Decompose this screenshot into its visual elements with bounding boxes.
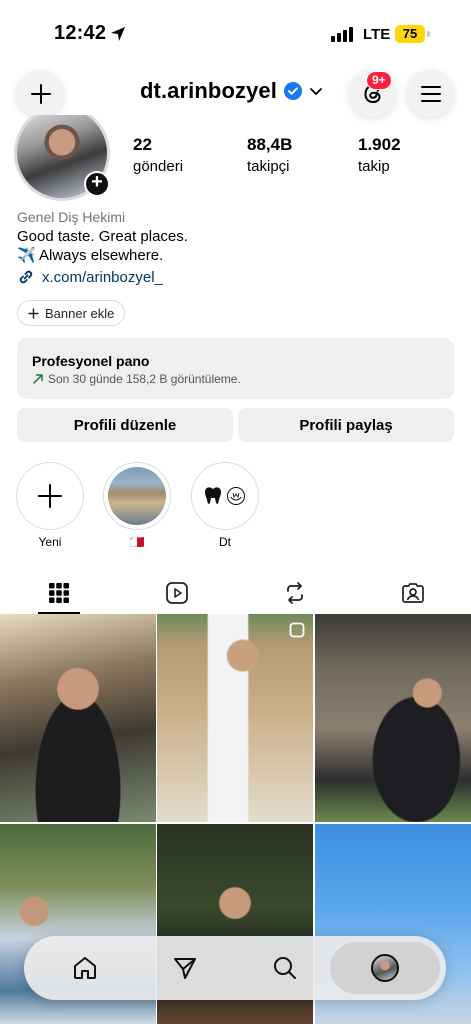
highlight-malta-label: 🇲🇹 (129, 535, 145, 549)
network-type: LTE (363, 26, 391, 43)
menu-button[interactable] (407, 70, 454, 117)
bio-line-1: Good taste. Great places. (17, 228, 188, 245)
create-button[interactable] (17, 70, 64, 117)
plus-icon (30, 83, 51, 104)
stat-followers[interactable]: 88,4B takipçi (247, 135, 292, 175)
tab-reels[interactable] (118, 572, 235, 614)
smile-logo-icon (227, 487, 245, 505)
posts-label: gönderi (133, 158, 184, 175)
highlight-dt-image (196, 467, 254, 525)
stat-following[interactable]: 1.902 takip (358, 135, 401, 175)
highlight-malta[interactable]: 🇲🇹 (103, 462, 171, 549)
account-switcher[interactable]: dt.arinbozyel (140, 78, 323, 104)
profile-tabs (0, 572, 471, 614)
highlight-dt-label: Dt (219, 535, 231, 549)
add-banner-button[interactable]: Banner ekle (17, 300, 126, 326)
tagged-icon (401, 583, 424, 603)
highlight-new-label: Yeni (38, 535, 62, 549)
grid-icon (48, 583, 69, 603)
nav-profile[interactable] (330, 942, 440, 994)
pro-dashboard-subtitle-row: Son 30 günde 158,2 B görüntüleme. (32, 372, 439, 386)
search-icon (274, 957, 296, 979)
bio-link[interactable]: x.com/arinbozyel_ (17, 268, 163, 286)
reposts-icon (286, 582, 303, 604)
bio-line-2: ✈️ Always elsewhere. (17, 247, 164, 264)
plus-icon (28, 307, 39, 319)
trending-up-icon (33, 374, 43, 384)
verified-badge-icon (284, 82, 302, 100)
hamburger-menu-icon (420, 85, 441, 102)
highlight-new[interactable]: Yeni (16, 462, 84, 549)
following-count: 1.902 (358, 135, 401, 154)
bio-link-text: x.com/arinbozyel_ (42, 268, 163, 286)
highlight-malta-image (108, 467, 166, 525)
link-icon (19, 270, 33, 284)
status-bar: 12:42 LTE 75 (0, 0, 471, 62)
highlight-new-circle (16, 462, 84, 530)
nav-home[interactable] (63, 946, 107, 990)
battery-icon: 75 (395, 25, 425, 43)
tab-tagged[interactable] (354, 572, 471, 614)
highlight-dt[interactable]: Dt (191, 462, 259, 549)
profile-avatar-icon (371, 954, 399, 982)
bio-category: Genel Diş Hekimi (17, 209, 126, 225)
highlight-dt-circle (191, 462, 259, 530)
username: dt.arinbozyel (140, 78, 277, 103)
tooth-icon (205, 487, 221, 504)
post-thumbnail[interactable] (315, 614, 471, 822)
followers-count: 88,4B (247, 135, 293, 154)
location-arrow-icon (111, 27, 125, 41)
pro-dashboard-title: Profesyonel pano (32, 353, 150, 369)
pro-dashboard-subtitle: Son 30 günde 158,2 B görüntüleme. (48, 372, 241, 386)
stat-posts[interactable]: 22 gönderi (133, 135, 183, 175)
posts-count: 22 (133, 135, 152, 154)
professional-dashboard[interactable]: Profesyonel pano Son 30 günde 158,2 B gö… (17, 338, 454, 399)
multi-post-icon (289, 622, 305, 638)
edit-profile-button[interactable]: Profili düzenle (17, 408, 233, 442)
tab-reposts[interactable] (236, 572, 353, 614)
chevron-down-icon (310, 88, 322, 96)
reels-icon (165, 582, 188, 604)
send-icon (174, 958, 196, 979)
bottom-nav (24, 936, 446, 1000)
post-thumbnail[interactable] (157, 614, 313, 822)
notification-badge: 9+ (366, 71, 392, 90)
highlight-malta-circle (103, 462, 171, 530)
signal-icon (331, 26, 353, 42)
status-time: 12:42 (54, 22, 107, 44)
following-label: takip (358, 158, 390, 175)
followers-label: takipçi (247, 158, 290, 175)
plus-icon (38, 484, 62, 508)
add-banner-label: Banner ekle (45, 305, 115, 321)
post-thumbnail[interactable] (0, 614, 156, 822)
home-icon (74, 957, 96, 979)
add-story-button[interactable]: + (84, 171, 110, 197)
nav-messages[interactable] (163, 946, 207, 990)
battery-tip (427, 31, 430, 37)
share-profile-button[interactable]: Profili paylaş (238, 408, 454, 442)
tab-posts-grid[interactable] (0, 572, 117, 614)
nav-search[interactable] (263, 946, 307, 990)
